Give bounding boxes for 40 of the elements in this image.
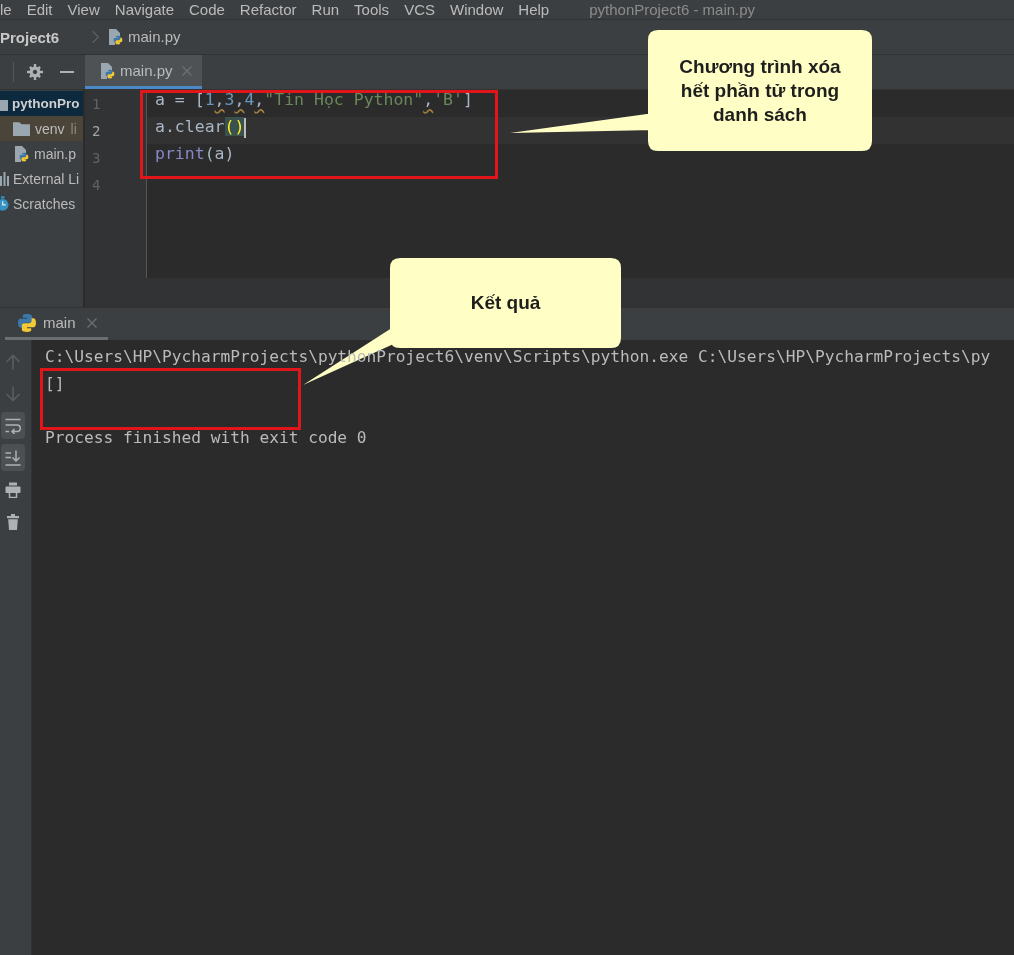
code-line: a = [1,3,4,"Tin Học Python",'B'] [155, 90, 473, 109]
menu-item[interactable]: VCS [404, 0, 435, 19]
console-line: Process finished with exit code 0 [45, 428, 367, 448]
bars-icon [0, 171, 9, 186]
settings-icon[interactable] [27, 64, 43, 80]
file-icon [13, 145, 29, 162]
file-icon [99, 62, 115, 79]
console-line: [] [45, 374, 65, 394]
breadcrumb-item[interactable]: main.py [107, 28, 181, 46]
menu-item[interactable]: Window [449, 0, 504, 19]
clock-icon [0, 196, 9, 211]
window-title: pythonProject6 - main.py [589, 0, 756, 19]
toolbar-button[interactable] [1, 412, 25, 439]
menu-item[interactable]: Code [189, 0, 225, 19]
tree-item[interactable]: pythonPro [0, 91, 83, 116]
menu-item[interactable]: Run [311, 0, 340, 19]
line-number: 2 [92, 123, 101, 139]
close-icon[interactable] [181, 65, 192, 76]
tree-item[interactable]: External Li [0, 166, 83, 191]
editor-tab[interactable]: main.py [85, 55, 202, 89]
menu-item[interactable]: View [67, 0, 100, 19]
tree-item[interactable]: Scratches [0, 191, 83, 216]
folder-icon [13, 121, 30, 136]
code-line: print(a) [155, 144, 235, 163]
file-icon [107, 29, 123, 45]
menu-item[interactable]: le [0, 0, 12, 19]
chevron-icon [92, 31, 99, 43]
menu-item[interactable]: Help [518, 0, 550, 19]
callout-text: Kết quả [469, 291, 542, 315]
close-icon[interactable] [86, 317, 97, 328]
callout-text: Chương trình xóa hết phần tử trong danh sách [678, 54, 842, 127]
logo-icon [18, 313, 36, 332]
menu-item[interactable]: Refactor [239, 0, 297, 19]
code-line: a.clear() [155, 117, 245, 136]
menu-item[interactable]: Navigate [114, 0, 174, 19]
tree-item[interactable]: main.p [0, 141, 83, 166]
toolbar-button[interactable] [1, 444, 25, 471]
tree-item[interactable]: venv li [0, 116, 83, 141]
menu-item[interactable]: Edit [26, 0, 53, 19]
menu-item[interactable]: Tools [354, 0, 390, 19]
